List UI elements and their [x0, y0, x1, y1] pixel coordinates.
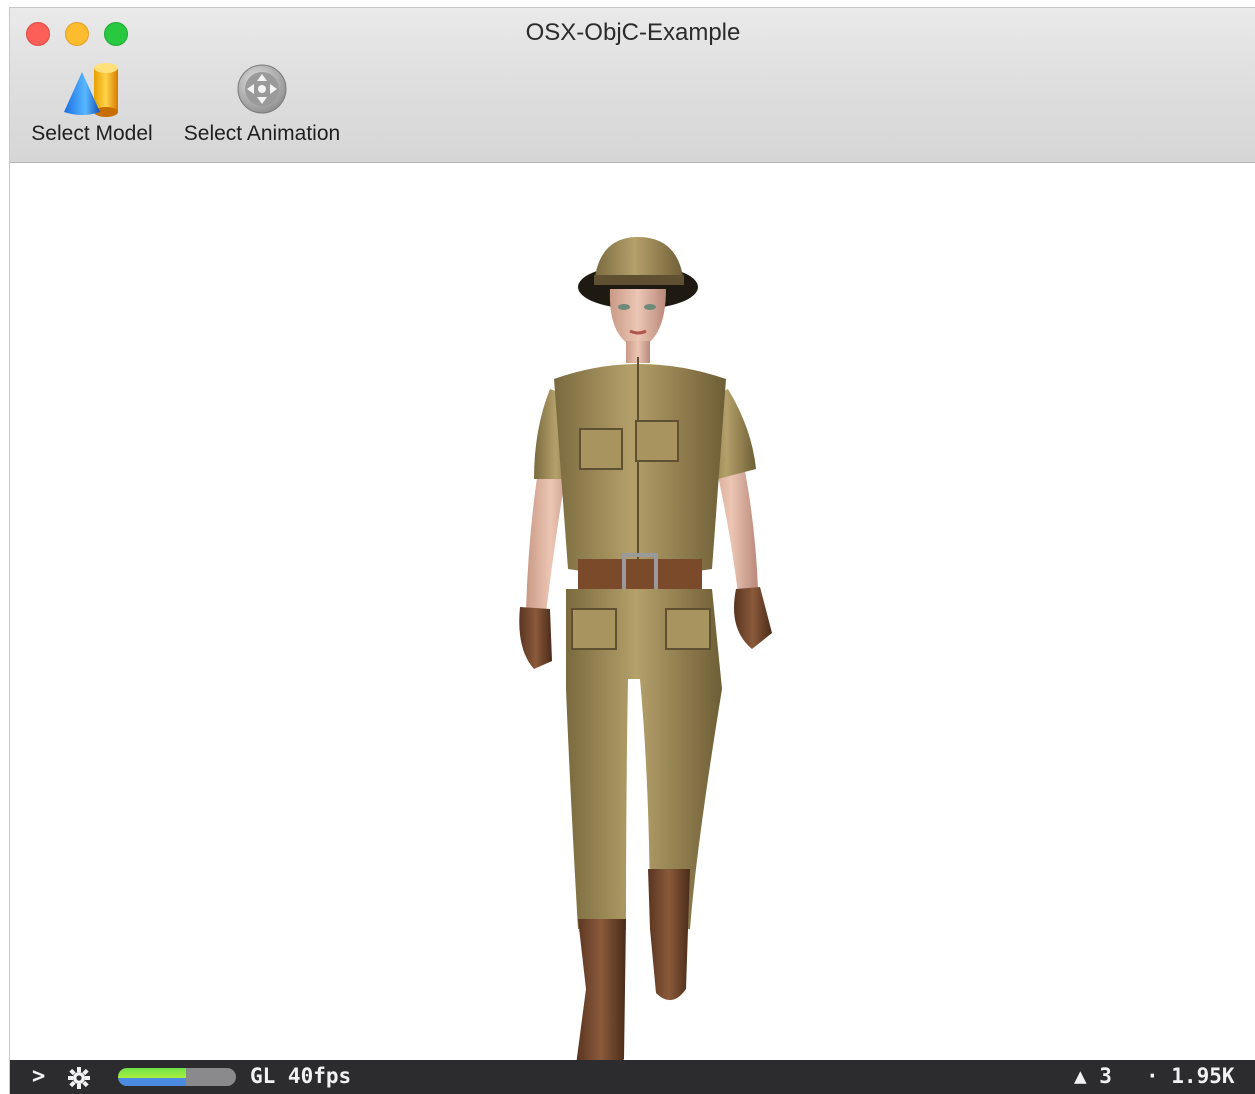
app-window: OSX-ObjC-Example Select Model Select Ani… — [9, 7, 1255, 1094]
stats-bar: > GL 40fps ▲ 3 · 1.95K — [10, 1060, 1255, 1094]
triangle-count: ▲ 3 — [1074, 1064, 1112, 1088]
3d-character-model — [519, 237, 772, 1076]
window-title: OSX-ObjC-Example — [525, 19, 741, 46]
point-count: · 1.95K — [1146, 1064, 1235, 1088]
titlebar-toolbar: OSX-ObjC-Example Select Model Select Ani… — [10, 8, 1255, 163]
select-model-label: Select Model — [31, 122, 153, 145]
select-model-button[interactable]: Select Model — [24, 60, 160, 146]
animation-joystick-icon — [237, 64, 287, 114]
model-shapes-icon — [64, 63, 118, 117]
select-animation-button[interactable]: Select Animation — [174, 60, 350, 146]
fps-readout: GL 40fps — [250, 1064, 352, 1088]
scene-viewport[interactable] — [10, 163, 1255, 1076]
gear-icon[interactable] — [68, 1067, 90, 1089]
expand-stats-chevron[interactable]: > — [32, 1064, 45, 1089]
performance-progress-fill — [118, 1068, 187, 1086]
performance-progress-bar — [118, 1068, 236, 1086]
select-animation-label: Select Animation — [183, 122, 341, 145]
